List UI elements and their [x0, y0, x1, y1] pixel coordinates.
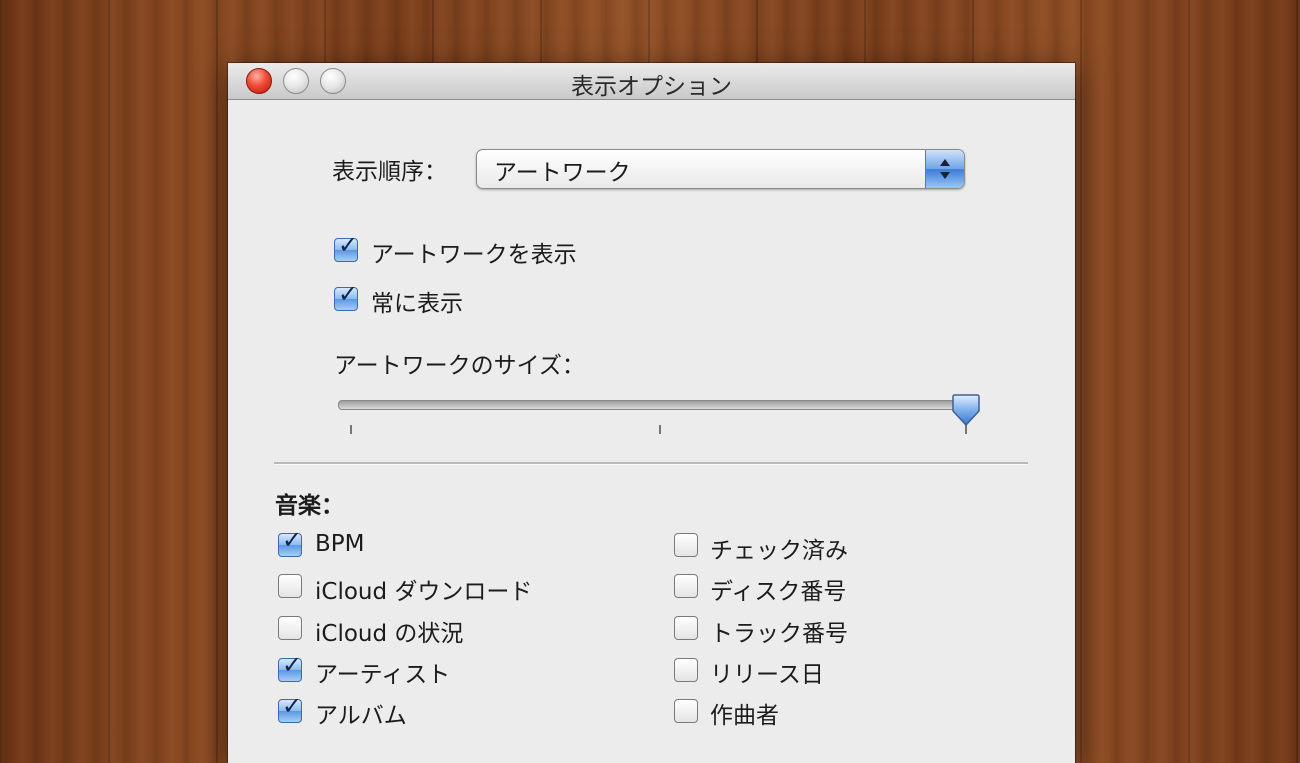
music-heading: 音楽： — [275, 493, 344, 519]
sort-order-value: アートワーク — [494, 160, 631, 186]
release-date-label: リリース日 — [710, 662, 824, 688]
checkmark-icon: ✓ — [282, 692, 303, 720]
bpm-label: BPM — [315, 531, 365, 557]
up-down-arrows-icon[interactable] — [925, 150, 964, 188]
always-show-label: 常に表示 — [371, 291, 463, 317]
arrow-down-icon — [940, 172, 950, 179]
composer-label: 作曲者 — [710, 703, 779, 729]
show-artwork-label: アートワークを表示 — [371, 242, 577, 268]
section-divider — [274, 462, 1028, 465]
icloud-status-checkbox[interactable] — [278, 616, 302, 640]
artwork-size-slider-thumb[interactable] — [952, 393, 980, 427]
checkmark-icon: ✓ — [338, 231, 359, 259]
title-bar[interactable]: 表示オプション — [228, 63, 1075, 100]
icloud-status-label: iCloud の状況 — [315, 621, 464, 647]
always-show-checkbox[interactable]: ✓ — [334, 282, 358, 311]
checked-checkbox[interactable] — [674, 533, 698, 557]
artwork-size-slider-track[interactable] — [338, 400, 972, 410]
icloud-download-label: iCloud ダウンロード — [315, 579, 533, 605]
sort-order-label: 表示順序： — [332, 159, 447, 185]
track-number-checkbox[interactable] — [674, 616, 698, 640]
artist-checkbox[interactable]: ✓ — [278, 653, 302, 682]
disc-number-label: ディスク番号 — [710, 579, 847, 605]
arrow-up-icon — [940, 159, 950, 166]
release-date-checkbox[interactable] — [674, 658, 698, 682]
slider-tick — [350, 425, 352, 434]
checkmark-icon: ✓ — [338, 280, 359, 308]
composer-checkbox[interactable] — [674, 699, 698, 723]
show-artwork-checkbox[interactable]: ✓ — [334, 233, 358, 262]
checkmark-icon: ✓ — [282, 526, 303, 554]
album-label: アルバム — [315, 703, 407, 729]
slider-tick — [659, 425, 661, 434]
icloud-download-checkbox[interactable] — [278, 574, 302, 598]
window-title: 表示オプション — [571, 74, 732, 100]
disc-number-checkbox[interactable] — [674, 574, 698, 598]
view-options-window: 表示オプション 表示順序： アートワーク ✓ アートワークを表示 ✓ 常に表示 … — [228, 63, 1075, 763]
artwork-size-label: アートワークのサイズ： — [334, 353, 585, 379]
checkmark-icon: ✓ — [282, 651, 303, 679]
bpm-checkbox[interactable]: ✓ — [278, 528, 302, 557]
checked-label: チェック済み — [710, 538, 848, 564]
album-checkbox[interactable]: ✓ — [278, 694, 302, 723]
artist-label: アーティスト — [315, 662, 451, 688]
sort-order-popup[interactable]: アートワーク — [476, 149, 965, 189]
track-number-label: トラック番号 — [710, 621, 848, 647]
